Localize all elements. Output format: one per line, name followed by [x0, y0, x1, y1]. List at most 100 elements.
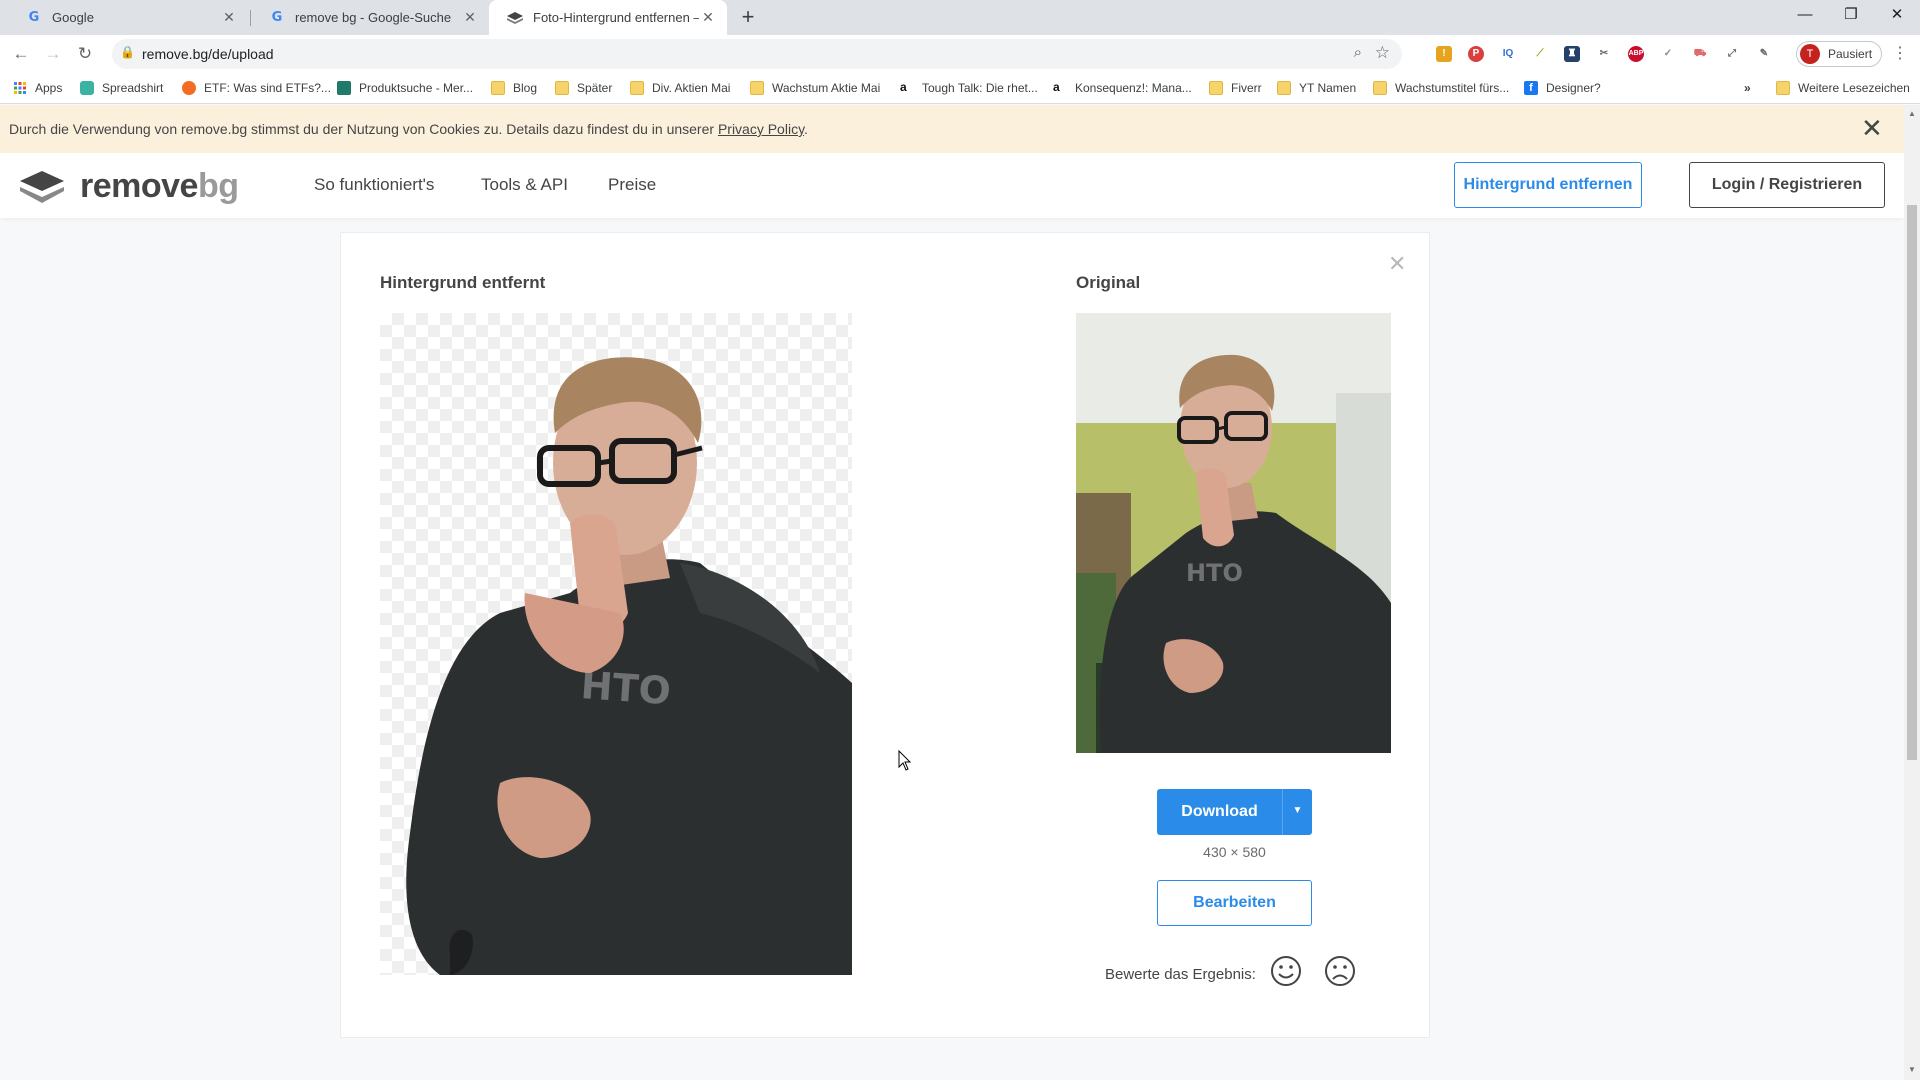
profile-button[interactable]: T Pausiert: [1796, 41, 1882, 67]
bookmark-yt-namen[interactable]: YT Namen: [1277, 79, 1356, 97]
image-dimensions: 430 × 580: [1203, 844, 1266, 860]
forward-arrow-icon[interactable]: →: [40, 41, 66, 67]
login-register-button[interactable]: Login / Registrieren: [1689, 162, 1885, 208]
bookmark-label: Apps: [35, 81, 63, 95]
extension-icon[interactable]: ✂: [1596, 46, 1612, 62]
extension-cart-icon[interactable]: ⛟: [1692, 46, 1708, 62]
bookmark-label: Designer?: [1546, 81, 1601, 95]
bookmark-spreadshirt[interactable]: Spreadshirt: [80, 79, 163, 97]
bookmark-label: Konsequenz!: Mana...: [1075, 81, 1192, 95]
extension-icon[interactable]: ♜: [1564, 46, 1580, 62]
sad-face-icon[interactable]: [1323, 954, 1357, 988]
download-options-caret-icon[interactable]: ▼: [1283, 789, 1312, 835]
close-tab-icon[interactable]: ✕: [461, 9, 479, 26]
nav-how-it-works[interactable]: So funktioniert's: [314, 175, 434, 195]
removebg-logo[interactable]: removebg: [18, 167, 239, 206]
bookmark-label: ETF: Was sind ETFs?...: [204, 81, 331, 95]
amazon-icon: a: [1053, 80, 1060, 94]
logo-word-remove: remove: [80, 167, 198, 205]
result-card: ✕ Hintergrund entfernt Original HTO HTO …: [340, 232, 1430, 1038]
folder-icon: [1776, 81, 1790, 95]
browser-tab-removebg[interactable]: Foto-Hintergrund entfernen – re ✕: [489, 0, 727, 35]
bookmark-label: Wachstum Aktie Mai: [772, 81, 881, 95]
browser-tab-google-search[interactable]: G remove bg - Google-Suche ✕: [251, 0, 489, 35]
close-cookie-banner-icon[interactable]: ✕: [1861, 115, 1883, 141]
extension-icon[interactable]: ⟋: [1532, 46, 1548, 62]
bookmarks-overflow-chevron[interactable]: »: [1744, 79, 1751, 97]
browser-menu-icon[interactable]: ⋮: [1892, 43, 1908, 63]
close-window-icon[interactable]: ✕: [1874, 0, 1920, 30]
restore-window-icon[interactable]: ❐: [1828, 0, 1874, 30]
svg-text:HTO: HTO: [1186, 559, 1243, 587]
folder-icon: [750, 81, 764, 95]
download-button[interactable]: Download ▼: [1157, 789, 1312, 835]
bookmark-div-aktien[interactable]: Div. Aktien Mai: [630, 79, 730, 97]
nav-tools-api[interactable]: Tools & API: [481, 175, 568, 195]
bookmark-label: Div. Aktien Mai: [652, 81, 731, 95]
tab-title: remove bg - Google-Suche: [295, 10, 452, 25]
folder-icon: [1373, 81, 1387, 95]
amazon-icon: a: [900, 80, 907, 94]
minimize-window-icon[interactable]: —: [1782, 0, 1828, 30]
download-label[interactable]: Download: [1157, 789, 1282, 835]
folder-icon: [630, 81, 644, 95]
bookmark-tough-talk[interactable]: a Tough Talk: Die rhet...: [900, 79, 1038, 97]
close-tab-icon[interactable]: ✕: [699, 9, 717, 26]
scrollbar-thumb[interactable]: [1907, 205, 1917, 760]
bookmark-konsequenz[interactable]: a Konsequenz!: Mana...: [1053, 79, 1192, 97]
folder-icon: [1209, 81, 1223, 95]
bookmark-apps[interactable]: Apps: [13, 79, 62, 97]
removed-background-preview: HTO: [380, 313, 852, 975]
bookmark-label: Wachstumstitel fürs...: [1395, 81, 1510, 95]
other-bookmarks[interactable]: Weitere Lesezeichen: [1776, 79, 1910, 97]
folder-icon: [491, 81, 505, 95]
address-bar-url[interactable]: remove.bg/de/upload: [142, 46, 274, 62]
browser-tab-google[interactable]: G Google ✕: [8, 0, 248, 35]
bookmark-designer[interactable]: f Designer?: [1524, 79, 1601, 97]
extension-icon[interactable]: P: [1468, 46, 1484, 62]
bookmark-spaeter[interactable]: Später: [555, 79, 612, 97]
scroll-up-arrow-icon[interactable]: ▲: [1908, 109, 1916, 118]
extension-icon[interactable]: !: [1436, 46, 1452, 62]
reload-icon[interactable]: ↻: [72, 41, 98, 67]
close-tab-icon[interactable]: ✕: [220, 9, 238, 26]
privacy-policy-link[interactable]: Privacy Policy: [718, 121, 804, 137]
bookmark-star-icon[interactable]: ☆: [1375, 43, 1390, 63]
remove-background-button[interactable]: Hintergrund entfernen: [1454, 162, 1642, 208]
bookmark-produktsuche[interactable]: Produktsuche - Mer...: [337, 79, 473, 97]
bookmark-fiverr[interactable]: Fiverr: [1209, 79, 1262, 97]
happy-face-icon[interactable]: [1269, 954, 1303, 988]
person-cutout-image: HTO: [406, 357, 852, 975]
tab-title: Google: [52, 10, 94, 25]
original-title: Original: [1076, 273, 1141, 292]
bookmark-label: Spreadshirt: [102, 81, 164, 95]
avatar: T: [1800, 44, 1820, 64]
close-result-icon[interactable]: ✕: [1388, 251, 1406, 277]
tab-title: Foto-Hintergrund entfernen – re: [533, 10, 699, 25]
fullscreen-icon[interactable]: ⤢: [1724, 46, 1740, 62]
address-bar[interactable]: 🔒 remove.bg/de/upload ⌕ ☆: [112, 39, 1402, 69]
extension-icon[interactable]: ✓: [1660, 46, 1676, 62]
bookmark-wachstum-aktie[interactable]: Wachstum Aktie Mai: [750, 79, 880, 97]
folder-icon: [555, 81, 569, 95]
logo-wordmark: removebg: [80, 167, 239, 206]
eyedropper-icon[interactable]: ✎: [1756, 46, 1772, 62]
edit-button[interactable]: Bearbeiten: [1157, 880, 1312, 926]
scroll-down-arrow-icon[interactable]: ▼: [1908, 1065, 1916, 1074]
adblock-icon[interactable]: ABP: [1628, 46, 1644, 62]
profile-status: Pausiert: [1828, 47, 1873, 61]
folder-icon: [1277, 81, 1291, 95]
page-scrollbar[interactable]: ▲ ▼: [1904, 105, 1920, 1080]
removed-background-title: Hintergrund entfernt: [380, 273, 546, 292]
bookmark-wachstumstitel[interactable]: Wachstumstitel fürs...: [1373, 79, 1509, 97]
extension-iq-icon[interactable]: IQ: [1500, 46, 1516, 62]
bookmark-etf[interactable]: ETF: Was sind ETFs?...: [182, 79, 331, 97]
nav-pricing[interactable]: Preise: [608, 175, 656, 195]
etf-icon: [182, 81, 196, 95]
new-tab-plus-icon[interactable]: +: [734, 3, 762, 31]
zoom-icon[interactable]: ⌕: [1354, 44, 1362, 61]
back-arrow-icon[interactable]: ←: [8, 41, 34, 67]
bookmark-blog[interactable]: Blog: [491, 79, 537, 97]
spreadshirt-icon: [80, 81, 94, 95]
removebg-logo-icon: [20, 170, 64, 203]
